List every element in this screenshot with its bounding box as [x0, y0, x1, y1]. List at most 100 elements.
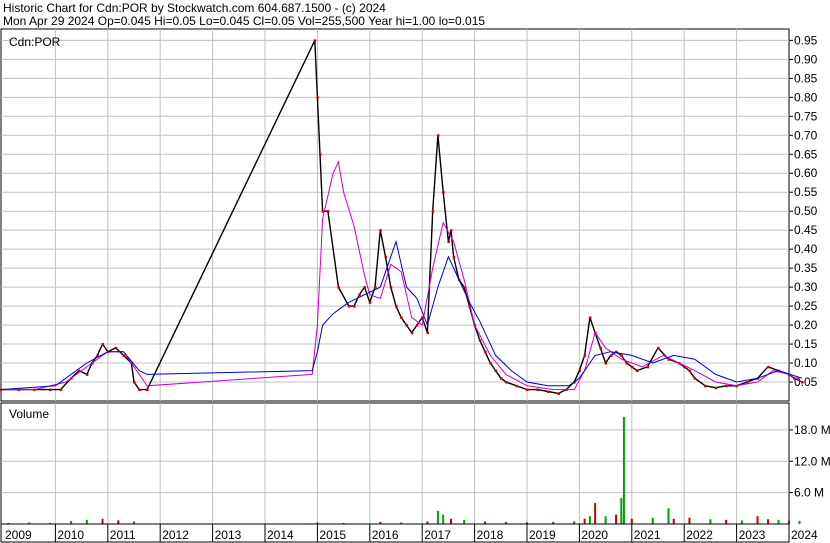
- price-point: [313, 39, 317, 42]
- price-panel-label: Cdn:POR: [9, 35, 61, 49]
- x-tick-label: 2011: [110, 528, 136, 542]
- price-point: [725, 384, 728, 388]
- price-tick-label: 0.90: [794, 52, 818, 66]
- price-point: [693, 377, 697, 380]
- price-point: [604, 362, 608, 365]
- price-tick-label: 0.35: [794, 261, 818, 275]
- price-point: [578, 369, 581, 373]
- x-tick-label: 2009: [5, 528, 32, 542]
- price-point: [363, 286, 367, 289]
- price-point: [515, 384, 519, 388]
- price-axis-ticks: 0.95 0.90 0.85 0.80 0.75 0.70 0.65 0.60 0.55 0.50…: [789, 33, 818, 389]
- x-tick-label: 2013: [215, 528, 242, 542]
- price-point: [59, 388, 63, 392]
- price-point: [636, 369, 639, 373]
- price-point: [389, 286, 393, 289]
- price-tick-label: 0.30: [794, 280, 818, 294]
- price-point: [122, 354, 126, 357]
- price-tick-label: 0.15: [794, 337, 818, 351]
- price-point: [505, 381, 508, 384]
- price-point: [415, 324, 419, 327]
- volume-bar: [767, 519, 770, 524]
- price-point: [133, 381, 136, 384]
- x-tick-label: 2023: [739, 528, 766, 542]
- price-point: [101, 343, 105, 346]
- price-point: [478, 339, 482, 342]
- price-point: [452, 255, 456, 259]
- price-tick-label: 0.40: [794, 242, 818, 256]
- chart-header-line2: Mon Apr 29 2024 Op=0.045 Hi=0.05 Lo=0.04…: [3, 14, 485, 28]
- price-tick-label: 0.80: [794, 90, 818, 104]
- price-point: [583, 354, 587, 357]
- price-point: [688, 369, 691, 373]
- price-point: [625, 362, 629, 365]
- price-point: [379, 229, 382, 232]
- price-point: [557, 392, 560, 395]
- price-point: [374, 286, 377, 289]
- volume-bar: [630, 518, 633, 524]
- volume-bar: [725, 519, 728, 524]
- price-tick-label: 0.70: [794, 128, 818, 142]
- x-tick-label: 2014: [267, 528, 294, 542]
- price-point: [657, 346, 660, 350]
- x-tick-label: 2012: [162, 528, 189, 542]
- price-point: [499, 377, 503, 380]
- price-point: [442, 191, 445, 194]
- x-tick-label: 2018: [477, 528, 504, 542]
- price-point: [316, 96, 319, 99]
- x-tick-label: 2020: [581, 528, 608, 542]
- price-point: [410, 331, 414, 335]
- price-point: [609, 354, 613, 357]
- price-tick-label: 0.75: [794, 109, 818, 123]
- price-point: [347, 305, 351, 308]
- price-point: [630, 365, 634, 369]
- volume-axis-ticks: 18.0 M 12.0 M 6.0 M: [789, 423, 830, 500]
- price-point: [546, 390, 550, 394]
- price-point: [400, 316, 403, 319]
- volume-bar: [709, 519, 712, 524]
- volume-bar: [101, 518, 104, 524]
- volume-tick-label: 12.0 M: [794, 454, 830, 468]
- x-tick-label: 2016: [372, 528, 399, 542]
- price-point: [536, 388, 539, 392]
- price-point: [494, 369, 498, 373]
- volume-plot-frame: [0, 402, 790, 525]
- x-tick-label: 2010: [57, 528, 84, 542]
- volume-bar: [604, 516, 607, 524]
- price-tick-label: 0.95: [794, 33, 818, 47]
- price-panel: Cdn:POR 0.95 0.90 0.85 0.80 0.75 0.70 0.65 0.60…: [0, 28, 818, 402]
- chart-header-line1: Historic Chart for Cdn:POR by Stockwatch…: [3, 1, 386, 15]
- x-tick-label: 2019: [529, 528, 556, 542]
- volume-bar: [672, 518, 675, 524]
- price-tick-label: 0.65: [794, 147, 818, 161]
- price-point: [588, 316, 592, 319]
- price-point: [114, 346, 118, 350]
- x-tick-label: 2017: [424, 528, 451, 542]
- volume-bar: [85, 519, 88, 524]
- price-tick-label: 0.60: [794, 166, 818, 180]
- price-point: [146, 388, 149, 392]
- price-point: [395, 305, 398, 308]
- price-point: [326, 210, 330, 213]
- price-point: [526, 388, 529, 392]
- price-tick-label: 0.55: [794, 185, 818, 199]
- price-tick-label: 0.45: [794, 223, 818, 237]
- price-point: [484, 350, 487, 354]
- price-point: [49, 388, 52, 392]
- volume-bar: [463, 519, 466, 524]
- price-tick-label: 0.25: [794, 299, 818, 313]
- price-tick-label: 0.20: [794, 318, 818, 332]
- volume-bar: [615, 514, 618, 524]
- volume-bar: [583, 518, 586, 524]
- price-point: [620, 354, 623, 357]
- price-point: [337, 286, 340, 289]
- volume-bar: [622, 416, 625, 524]
- x-tick-label: 2015: [319, 528, 346, 542]
- price-point: [405, 324, 408, 327]
- price-point: [384, 255, 388, 259]
- price-point: [447, 240, 450, 244]
- volume-bar: [588, 516, 591, 524]
- price-tick-label: 0.50: [794, 204, 818, 218]
- price-point: [353, 305, 356, 308]
- volume-bar: [117, 520, 120, 524]
